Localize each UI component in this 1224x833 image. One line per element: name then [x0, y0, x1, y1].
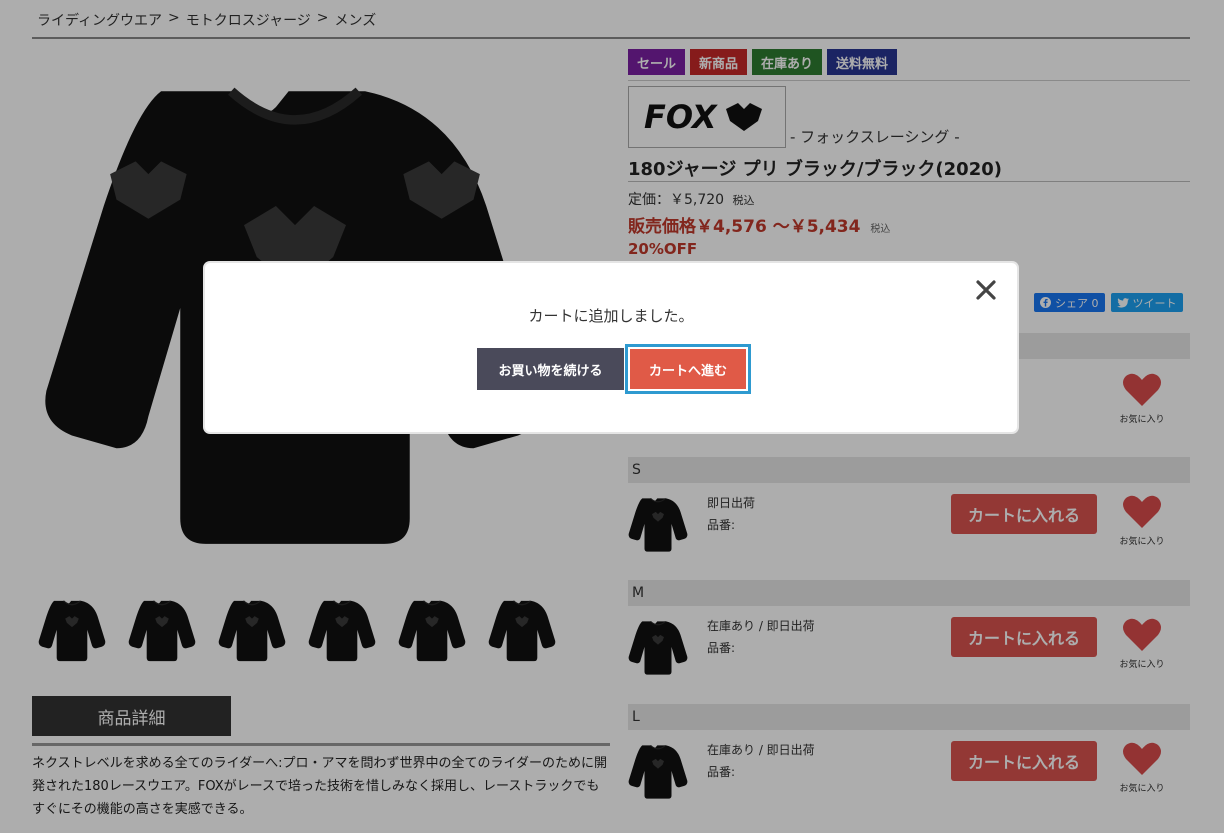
close-icon[interactable] — [973, 277, 999, 303]
go-to-cart-label: カートへ進む — [630, 349, 746, 389]
go-to-cart-button[interactable]: カートへ進む — [625, 344, 751, 394]
added-to-cart-dialog: カートに追加しました。 お買い物を続ける カートへ進む — [205, 263, 1017, 432]
continue-shopping-button[interactable]: お買い物を続ける — [477, 348, 624, 390]
dialog-message: カートに追加しました。 — [528, 307, 694, 325]
